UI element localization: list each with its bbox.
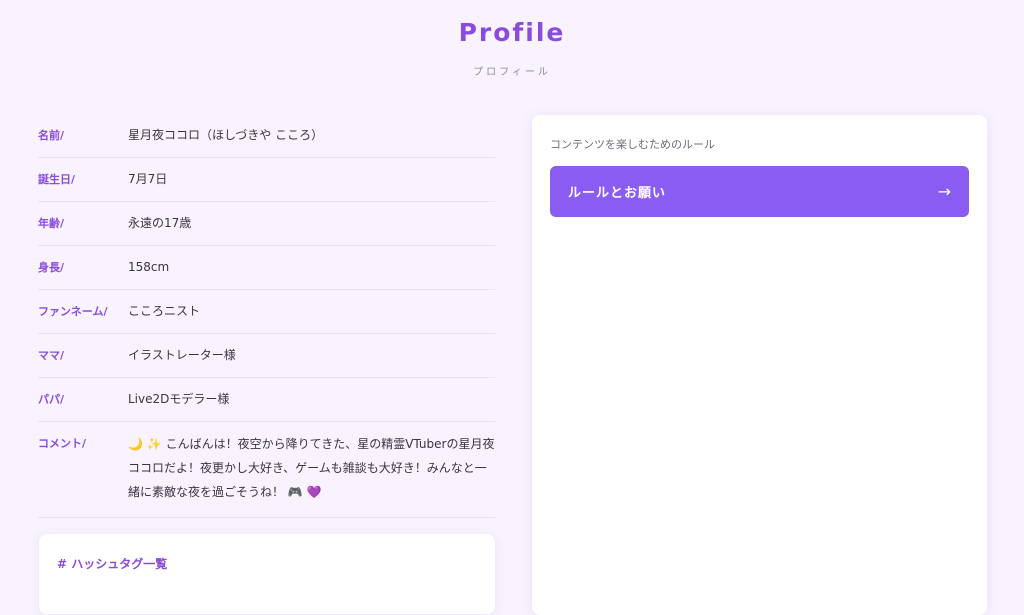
- profile-row-age: 年齢/ 永遠の17歳: [38, 202, 495, 246]
- profile-label: 名前/: [38, 129, 65, 142]
- arrow-right-icon: →: [937, 182, 951, 201]
- profile-value: こころニスト: [128, 304, 201, 318]
- profile-value: 永遠の17歳: [128, 216, 192, 230]
- gamepad-icon: 🎮: [287, 485, 303, 499]
- profile-row-mama: ママ/ イラストレーター様: [38, 334, 495, 378]
- hashtag-card: # ハッシュタグ一覧: [39, 534, 495, 614]
- profile-row-fan-name: ファンネーム/ こころニスト: [38, 290, 495, 334]
- page-title: Profile: [458, 18, 566, 47]
- profile-label: ファンネーム/: [38, 305, 108, 318]
- profile-label: 誕生日/: [38, 173, 76, 186]
- profile-row-papa: パパ/ Live2Dモデラー様: [38, 378, 495, 422]
- profile-row-birthday: 誕生日/ 7月7日: [38, 158, 495, 202]
- purple-heart-icon: 💜: [306, 485, 322, 499]
- hashtag-title: # ハッシュタグ一覧: [57, 557, 168, 571]
- profile-value: 星月夜ココロ（ほしづきや こころ）: [128, 128, 324, 142]
- profile-label: ママ/: [38, 349, 65, 362]
- profile-row-name: 名前/ 星月夜ココロ（ほしづきや こころ）: [38, 114, 495, 158]
- profile-label: 年齢/: [38, 217, 65, 230]
- profile-value: Live2Dモデラー様: [128, 392, 230, 406]
- rules-button-label: ルールとお願い: [568, 186, 667, 201]
- profile-label: パパ/: [38, 393, 65, 406]
- profile-list: 名前/ 星月夜ココロ（ほしづきや こころ） 誕生日/ 7月7日 年齢/ 永遠の1…: [38, 114, 495, 518]
- profile-comment-text: 🌙 ✨ こんばんは！夜空から降りてきた、星の精霊VTuberの星月夜ココロだよ！…: [128, 432, 495, 504]
- crescent-moon-icon: 🌙: [128, 437, 143, 451]
- profile-label: コメント/: [38, 437, 87, 450]
- rules-caption: コンテンツを楽しむためのルール: [550, 138, 715, 151]
- sparkles-icon: ✨: [146, 437, 162, 451]
- profile-row-height: 身長/ 158cm: [38, 246, 495, 290]
- profile-value: イラストレーター様: [128, 348, 236, 362]
- rules-card: コンテンツを楽しむためのルール ルールとお願い →: [532, 115, 987, 615]
- profile-label: 身長/: [38, 261, 65, 274]
- profile-value: 7月7日: [128, 172, 168, 186]
- profile-row-comment: コメント/ 🌙 ✨ こんばんは！夜空から降りてきた、星の精霊VTuberの星月夜…: [38, 422, 495, 518]
- profile-value: 158cm: [128, 260, 170, 274]
- rules-button[interactable]: ルールとお願い →: [550, 166, 969, 217]
- page-subtitle: プロフィール: [473, 67, 551, 78]
